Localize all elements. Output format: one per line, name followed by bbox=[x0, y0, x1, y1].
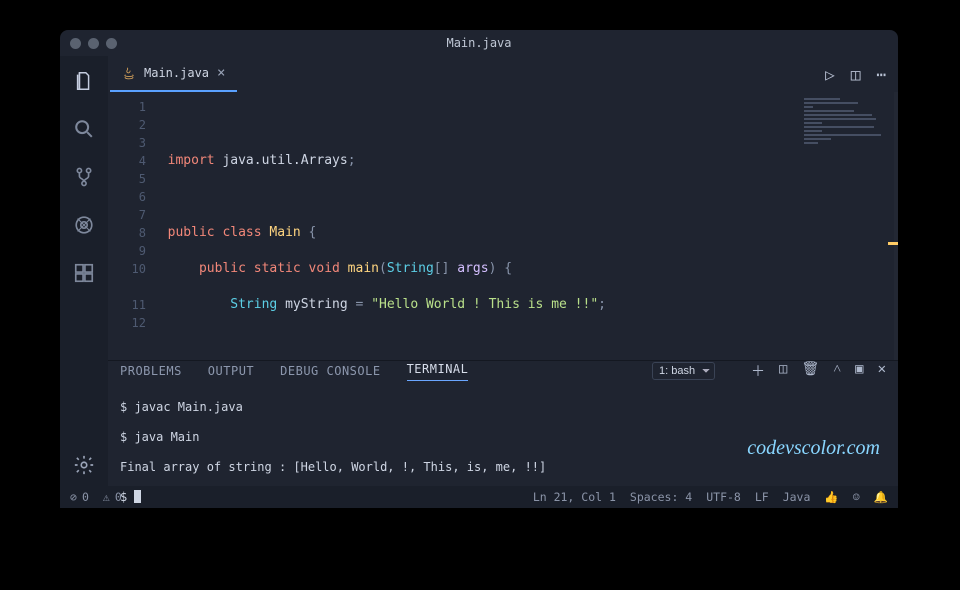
more-actions-icon[interactable]: ⋯ bbox=[876, 65, 886, 84]
kill-terminal-icon[interactable]: 🗑 bbox=[801, 361, 819, 381]
chevron-up-icon[interactable]: ˄ bbox=[833, 361, 841, 381]
traffic-lights[interactable] bbox=[70, 38, 117, 49]
split-terminal-icon[interactable]: ◫ bbox=[779, 361, 787, 381]
status-errors[interactable]: ⊘ 0 bbox=[70, 490, 89, 504]
code-body[interactable]: import java.util.Arrays; public class Ma… bbox=[152, 92, 898, 360]
tab-output[interactable]: OUTPUT bbox=[208, 364, 254, 378]
app-window: Main.java bbox=[60, 30, 898, 508]
watermark: codevscolor.com bbox=[747, 437, 880, 460]
run-debug-icon[interactable] bbox=[71, 212, 97, 238]
tab-main-java[interactable]: Main.java × bbox=[110, 56, 237, 92]
bottom-panel: PROBLEMS OUTPUT DEBUG CONSOLE TERMINAL 1… bbox=[108, 360, 898, 486]
editor-scrollbar[interactable] bbox=[894, 92, 898, 360]
search-icon[interactable] bbox=[71, 116, 97, 142]
error-icon: ⊘ bbox=[70, 490, 77, 504]
window-title: Main.java bbox=[446, 36, 511, 50]
close-window-icon[interactable] bbox=[70, 38, 81, 49]
main-area: Main.java × ▷ ◫ ⋯ 1 2 3 4 5 6 7 bbox=[108, 56, 898, 486]
java-file-icon bbox=[122, 66, 136, 80]
titlebar: Main.java bbox=[60, 30, 898, 56]
code-editor[interactable]: 1 2 3 4 5 6 7 8 9 10 11 12 import java.u… bbox=[108, 92, 898, 360]
source-control-icon[interactable] bbox=[71, 164, 97, 190]
terminal-cursor bbox=[134, 490, 141, 503]
minimap[interactable] bbox=[804, 98, 894, 178]
activity-bar bbox=[60, 56, 108, 486]
settings-gear-icon[interactable] bbox=[71, 452, 97, 478]
tab-terminal[interactable]: TERMINAL bbox=[407, 362, 469, 381]
close-panel-icon[interactable]: ✕ bbox=[878, 361, 886, 381]
extensions-icon[interactable] bbox=[71, 260, 97, 286]
tab-problems[interactable]: PROBLEMS bbox=[120, 364, 182, 378]
overview-ruler-marker bbox=[888, 242, 898, 245]
maximize-panel-icon[interactable]: ▣ bbox=[855, 361, 863, 381]
explorer-icon[interactable] bbox=[71, 68, 97, 94]
tab-debug-console[interactable]: DEBUG CONSOLE bbox=[280, 364, 380, 378]
tab-label: Main.java bbox=[144, 66, 209, 80]
editor-tabs: Main.java × ▷ ◫ ⋯ bbox=[108, 56, 898, 92]
terminal-shell-select[interactable]: 1: bash bbox=[652, 362, 715, 380]
close-tab-icon[interactable]: × bbox=[217, 65, 225, 81]
panel-tabs: PROBLEMS OUTPUT DEBUG CONSOLE TERMINAL 1… bbox=[108, 361, 898, 381]
minimize-window-icon[interactable] bbox=[88, 38, 99, 49]
zoom-window-icon[interactable] bbox=[106, 38, 117, 49]
split-editor-icon[interactable]: ◫ bbox=[851, 65, 861, 84]
run-icon[interactable]: ▷ bbox=[825, 65, 835, 84]
line-number-gutter: 1 2 3 4 5 6 7 8 9 10 11 12 bbox=[108, 92, 152, 360]
new-terminal-icon[interactable]: ＋ bbox=[751, 361, 765, 381]
